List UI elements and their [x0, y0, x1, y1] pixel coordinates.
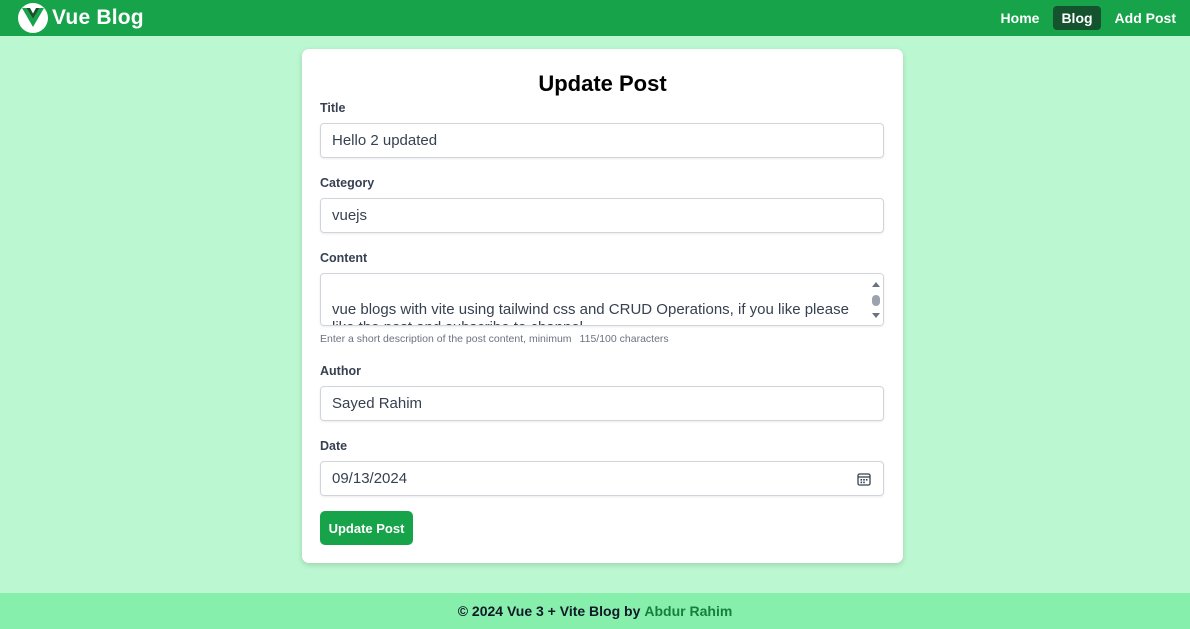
footer: © 2024 Vue 3 + Vite Blog by Abdur Rahim [0, 593, 1190, 629]
category-input[interactable]: vuejs [320, 198, 884, 233]
author-label: Author [320, 364, 361, 378]
author-group: Author Sayed Rahim [320, 363, 884, 421]
content-hint-text: Enter a short description of the post co… [320, 333, 572, 345]
category-value: vuejs [332, 207, 368, 224]
scroll-up-icon[interactable] [872, 282, 880, 287]
brand-link[interactable]: Vue Blog [18, 3, 144, 33]
content-group: Content vue blogs with vite using tailwi… [320, 250, 884, 346]
date-group: Date 09/13/2024 [320, 438, 884, 496]
update-post-button[interactable]: Update Post [320, 511, 413, 545]
title-input[interactable]: Hello 2 updated [320, 123, 884, 158]
date-input[interactable]: 09/13/2024 [320, 461, 884, 496]
page-title: Update Post [538, 71, 667, 96]
vue-logo-icon [18, 3, 48, 33]
scroll-down-icon[interactable] [872, 313, 880, 318]
date-value: 09/13/2024 [332, 470, 408, 487]
navbar: Vue Blog Home Blog Add Post [0, 0, 1190, 36]
content-scrollbar[interactable] [869, 274, 883, 325]
title-group: Title Hello 2 updated [320, 100, 884, 158]
author-value: Sayed Rahim [332, 395, 423, 412]
calendar-icon[interactable] [856, 471, 872, 487]
date-label: Date [320, 439, 348, 453]
footer-author-link[interactable]: Abdur Rahim [644, 603, 732, 619]
scroll-thumb[interactable] [872, 295, 880, 306]
title-label: Title [320, 101, 346, 115]
content-hint: Enter a short description of the post co… [320, 332, 884, 346]
nav-add-post[interactable]: Add Post [1107, 6, 1184, 30]
author-input[interactable]: Sayed Rahim [320, 386, 884, 421]
footer-text: © 2024 Vue 3 + Vite Blog by [457, 603, 641, 619]
title-value: Hello 2 updated [332, 132, 438, 149]
nav-blog[interactable]: Blog [1053, 6, 1101, 30]
content-textarea[interactable]: vue blogs with vite using tailwind css a… [320, 273, 884, 326]
main-nav: Home Blog Add Post [993, 6, 1184, 30]
content-label: Content [320, 251, 368, 265]
category-label: Category [320, 176, 375, 190]
category-group: Category vuejs [320, 175, 884, 233]
content-char-count: 115/100 characters [579, 333, 669, 345]
brand-title: Vue Blog [52, 6, 144, 29]
content-value: vue blogs with vite using tailwind css a… [332, 301, 849, 325]
update-post-card: Update Post Title Hello 2 updated Catego… [302, 49, 903, 563]
nav-home[interactable]: Home [993, 6, 1048, 30]
